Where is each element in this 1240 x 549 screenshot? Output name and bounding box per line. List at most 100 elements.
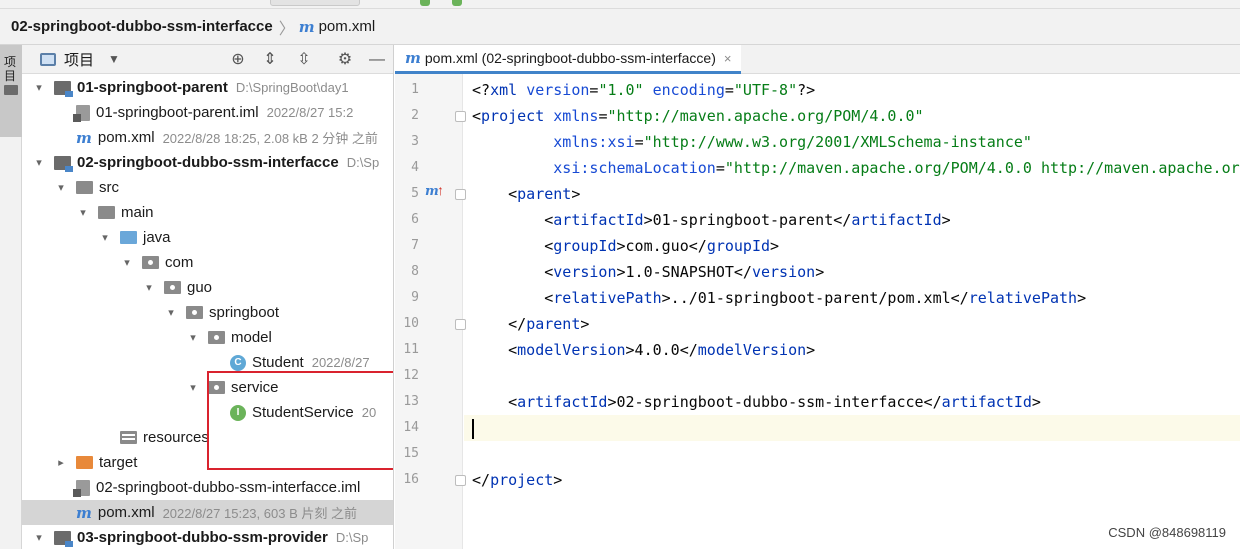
watermark: CSDN @848698119	[1108, 525, 1226, 540]
code-line[interactable]: <project xmlns="http://maven.apache.org/…	[464, 103, 1240, 129]
project-tab-label: 项目	[4, 55, 17, 83]
tree-row[interactable]: ▾ com	[22, 250, 393, 275]
code-line[interactable]: <artifactId>02-springboot-dubbo-ssm-inte…	[464, 389, 1240, 415]
line-number: 10	[403, 316, 419, 331]
code-line[interactable]	[464, 363, 1240, 389]
left-tool-stripe: 项目	[0, 45, 22, 549]
run-config-selector[interactable]	[270, 0, 360, 6]
chevron-down-icon[interactable]: ▼	[108, 52, 120, 66]
tree-row[interactable]: ▸resources	[22, 425, 393, 450]
code-token: xmlns	[553, 107, 599, 125]
tree-row-meta: D:\Sp	[346, 155, 380, 170]
maven-file-icon: m	[76, 503, 92, 522]
code-line[interactable]: <modelVersion>4.0.0</modelVersion>	[464, 337, 1240, 363]
code-token: modelVersion	[517, 341, 626, 359]
gear-icon[interactable]: ⚙	[334, 49, 356, 71]
code-line[interactable]: <groupId>com.guo</groupId>	[464, 233, 1240, 259]
code-token: >	[571, 185, 581, 203]
breadcrumb-project[interactable]: 02-springboot-dubbo-ssm-interfacce	[11, 18, 273, 35]
tree-row[interactable]: ▸IStudentService20	[22, 400, 393, 425]
code-line[interactable]: </project>	[464, 467, 1240, 493]
code-token: "UTF-8"	[733, 81, 798, 99]
code-line[interactable]: xmlns:xsi="http://www.w3.org/2001/XMLSch…	[464, 129, 1240, 155]
code-token: artifactId	[851, 211, 942, 229]
minimize-icon[interactable]: —	[366, 49, 388, 71]
line-number: 6	[411, 212, 419, 227]
code-line[interactable]: </parent>	[464, 311, 1240, 337]
tab-pom-xml[interactable]: m pom.xml (02-springboot-dubbo-ssm-inter…	[395, 45, 742, 74]
code-line[interactable]	[464, 441, 1240, 467]
project-panel-title[interactable]: 项目	[64, 49, 94, 70]
code-token: parent	[526, 315, 581, 333]
code-line[interactable]: <relativePath>../01-springboot-parent/po…	[464, 285, 1240, 311]
close-icon[interactable]: ×	[724, 51, 732, 66]
chevron-down-icon[interactable]: ▾	[76, 206, 90, 219]
tree-row[interactable]: ▾ guo	[22, 275, 393, 300]
tree-row[interactable]: ▾ service	[22, 375, 393, 400]
code-area[interactable]: <?xml version="1.0" encoding="UTF-8"?> <p…	[464, 74, 1240, 549]
project-panel: 项目 ▼ ⊕ ⇕ ⇳ ⚙ — ▾ 01-springboot-parent D:\S…	[22, 45, 394, 549]
code-line[interactable]	[464, 415, 1240, 441]
chevron-right-icon[interactable]: ▸	[54, 456, 68, 469]
code-token: <	[472, 237, 554, 255]
chevron-down-icon[interactable]: ▾	[120, 256, 134, 269]
code-token: <	[472, 289, 554, 307]
expand-all-icon[interactable]: ⇕	[259, 49, 281, 71]
collapse-all-icon[interactable]: ⇳	[293, 49, 315, 71]
tree-row[interactable]: ▾ model	[22, 325, 393, 350]
code-token: >4.0.0</	[625, 341, 698, 359]
tree-row[interactable]: ▸CStudent2022/8/27	[22, 350, 393, 375]
code-token: "1.0"	[598, 81, 644, 99]
chevron-down-icon[interactable]: ▾	[186, 331, 200, 344]
debug-icon[interactable]	[452, 0, 462, 6]
line-number: 1	[411, 82, 419, 97]
tree-row-meta: 2022/8/28 18:25, 2.08 kB 2 分钟 之前	[162, 131, 378, 146]
code-line[interactable]: <artifactId>01-springboot-parent</artifa…	[464, 207, 1240, 233]
maven-file-icon: m	[405, 49, 421, 67]
line-number: 5	[411, 186, 419, 201]
code-token: ?>	[797, 81, 816, 99]
tree-row[interactable]: ▾ java	[22, 225, 393, 250]
iml-file-icon	[73, 479, 90, 497]
line-number: 3	[411, 134, 419, 149]
project-tool-window-tab[interactable]: 项目	[0, 45, 22, 137]
chevron-down-icon[interactable]: ▾	[142, 281, 156, 294]
run-icon[interactable]	[420, 0, 430, 6]
code-token: relativePath	[553, 289, 662, 307]
line-number: 16	[403, 472, 419, 487]
tree-row[interactable]: ▸mpom.xml2022/8/27 15:23, 603 B 片刻 之前	[22, 500, 393, 525]
tree-row-meta: 20	[361, 405, 377, 420]
chevron-down-icon[interactable]: ▾	[186, 381, 200, 394]
package-icon	[208, 381, 225, 394]
code-line[interactable]: <parent>	[464, 181, 1240, 207]
navigate-up-arrow-icon[interactable]: ↑	[437, 182, 444, 198]
locate-icon[interactable]: ⊕	[227, 49, 249, 71]
tree-row[interactable]: ▾ 02-springboot-dubbo-ssm-interfacce D:\Sp	[22, 150, 393, 175]
code-token: >../01-springboot-parent/pom.xml</	[661, 289, 969, 307]
breadcrumb-file[interactable]: pom.xml	[319, 18, 376, 35]
tree-row-label: 02-springboot-dubbo-ssm-interfacce.iml	[96, 479, 361, 496]
code-line[interactable]: <?xml version="1.0" encoding="UTF-8"?>	[464, 77, 1240, 103]
line-number: 15	[403, 446, 419, 461]
tree-row[interactable]: ▸ target	[22, 450, 393, 475]
tree-row[interactable]: ▾ main	[22, 200, 393, 225]
chevron-down-icon[interactable]: ▾	[32, 81, 46, 94]
tree-row-label: 01-springboot-parent.iml	[96, 104, 259, 121]
tree-row[interactable]: ▸01-springboot-parent.iml2022/8/27 15:2	[22, 100, 393, 125]
tree-row[interactable]: ▾ 01-springboot-parent D:\SpringBoot\day1	[22, 75, 393, 100]
tree-row[interactable]: ▾ springboot	[22, 300, 393, 325]
chevron-down-icon[interactable]: ▾	[54, 181, 68, 194]
tree-row[interactable]: ▸mpom.xml2022/8/28 18:25, 2.08 kB 2 分钟 之…	[22, 125, 393, 150]
code-line[interactable]: xsi:schemaLocation="http://maven.apache.…	[464, 155, 1240, 181]
code-line[interactable]: <version>1.0-SNAPSHOT</version>	[464, 259, 1240, 285]
chevron-down-icon[interactable]: ▾	[164, 306, 178, 319]
package-icon	[164, 281, 181, 294]
tree-row[interactable]: ▸02-springboot-dubbo-ssm-interfacce.iml	[22, 475, 393, 500]
code-token: artifactId	[941, 393, 1032, 411]
tree-row[interactable]: ▾ src	[22, 175, 393, 200]
tree-row[interactable]: ▾ 03-springboot-dubbo-ssm-provider D:\Sp	[22, 525, 393, 549]
chevron-down-icon[interactable]: ▾	[98, 231, 112, 244]
chevron-down-icon[interactable]: ▾	[32, 156, 46, 169]
breadcrumb-separator-icon: 〉	[278, 20, 295, 38]
chevron-down-icon[interactable]: ▾	[32, 531, 46, 544]
